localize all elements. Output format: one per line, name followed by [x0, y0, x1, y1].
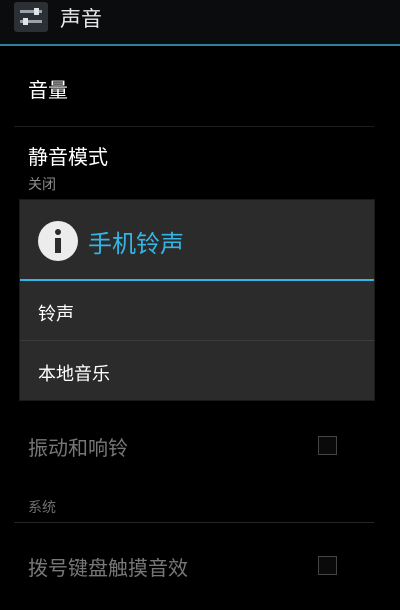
action-bar: 声音	[0, 0, 400, 44]
action-bar-divider	[0, 44, 400, 46]
section-divider	[14, 522, 374, 523]
pref-volume[interactable]: 音量	[28, 74, 68, 103]
dialog-title-divider	[20, 279, 374, 281]
pref-divider	[14, 126, 374, 127]
section-header-system: 系统	[28, 500, 56, 516]
pref-silent-mode[interactable]: 静音模式	[28, 141, 108, 170]
pref-dialpad-touch-tones[interactable]: 拨号键盘触摸音效	[28, 552, 188, 581]
ringtone-dialog: 手机铃声 铃声 本地音乐	[20, 200, 374, 400]
dialog-item-local-music[interactable]: 本地音乐	[38, 360, 110, 386]
sound-settings-icon[interactable]	[14, 2, 48, 32]
dialog-item-divider	[20, 340, 374, 341]
page-title: 声音	[60, 7, 102, 31]
info-icon	[38, 221, 78, 261]
dialpad-touch-tones-checkbox[interactable]	[318, 556, 337, 575]
pref-vibrate-and-ring[interactable]: 振动和响铃	[28, 432, 128, 461]
pref-silent-mode-summary: 关闭	[28, 177, 56, 193]
dialog-item-ringtone[interactable]: 铃声	[38, 300, 74, 326]
dialog-title: 手机铃声	[88, 230, 184, 258]
vibrate-and-ring-checkbox[interactable]	[318, 436, 337, 455]
